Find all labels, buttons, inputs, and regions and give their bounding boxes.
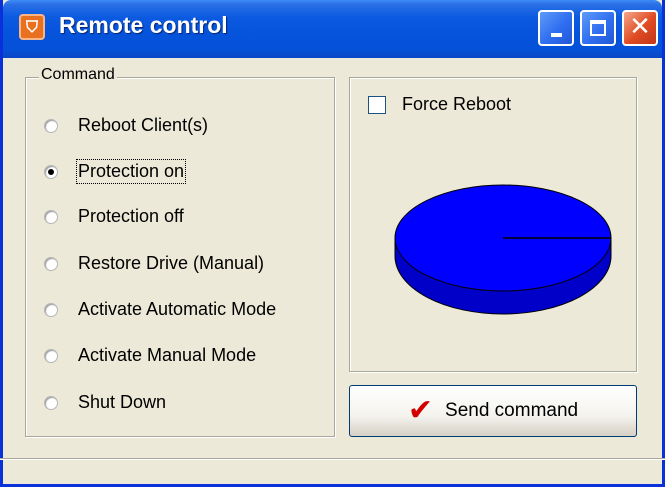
window-title: Remote control: [59, 12, 228, 38]
radio-button[interactable]: [44, 256, 58, 271]
send-command-button[interactable]: ✔ Send command: [349, 385, 637, 437]
radio-shut-down[interactable]: Shut Down: [44, 392, 166, 413]
radio-button[interactable]: [44, 164, 58, 179]
minimize-button[interactable]: [538, 10, 574, 46]
close-button[interactable]: ✕: [622, 10, 658, 46]
radio-label: Activate Manual Mode: [78, 345, 257, 365]
radio-protection-off[interactable]: Protection off: [44, 206, 184, 227]
maximize-icon: [590, 20, 606, 36]
radio-reboot-clients[interactable]: Reboot Client(s): [44, 115, 208, 136]
radio-button[interactable]: [44, 209, 58, 224]
force-reboot-label: Force Reboot: [402, 94, 512, 114]
radio-activate-automatic-mode[interactable]: Activate Automatic Mode: [44, 299, 276, 320]
pie-graphic: [394, 184, 612, 315]
radio-button[interactable]: [44, 118, 58, 133]
radio-label: Protection off: [78, 206, 184, 226]
shield-icon: ⛉: [19, 14, 45, 40]
radio-label: Protection on: [75, 159, 187, 184]
radio-button[interactable]: [44, 395, 58, 410]
radio-restore-drive[interactable]: Restore Drive (Manual): [44, 253, 264, 274]
radio-button[interactable]: [44, 348, 58, 363]
close-icon: ✕: [629, 12, 651, 42]
command-legend: Command: [39, 66, 117, 84]
force-reboot-checkbox[interactable]: [368, 95, 386, 114]
radio-label: Shut Down: [78, 392, 167, 412]
minimize-icon: [550, 33, 562, 37]
radio-label: Reboot Client(s): [78, 115, 209, 135]
radio-label: Activate Automatic Mode: [78, 299, 277, 319]
force-reboot-checkbox-row[interactable]: Force Reboot: [368, 94, 511, 115]
status-bar-divider: [0, 458, 665, 459]
maximize-button[interactable]: [580, 10, 616, 46]
radio-activate-manual-mode[interactable]: Activate Manual Mode: [44, 345, 256, 366]
send-command-label: Send command: [445, 400, 579, 421]
checkmark-icon: ✔: [407, 393, 434, 428]
radio-protection-on[interactable]: Protection on: [44, 159, 187, 184]
title-bar[interactable]: ⛉ Remote control ✕: [3, 0, 662, 58]
radio-label: Restore Drive (Manual): [78, 253, 265, 273]
radio-button[interactable]: [44, 302, 58, 317]
progress-pie: [392, 183, 614, 318]
